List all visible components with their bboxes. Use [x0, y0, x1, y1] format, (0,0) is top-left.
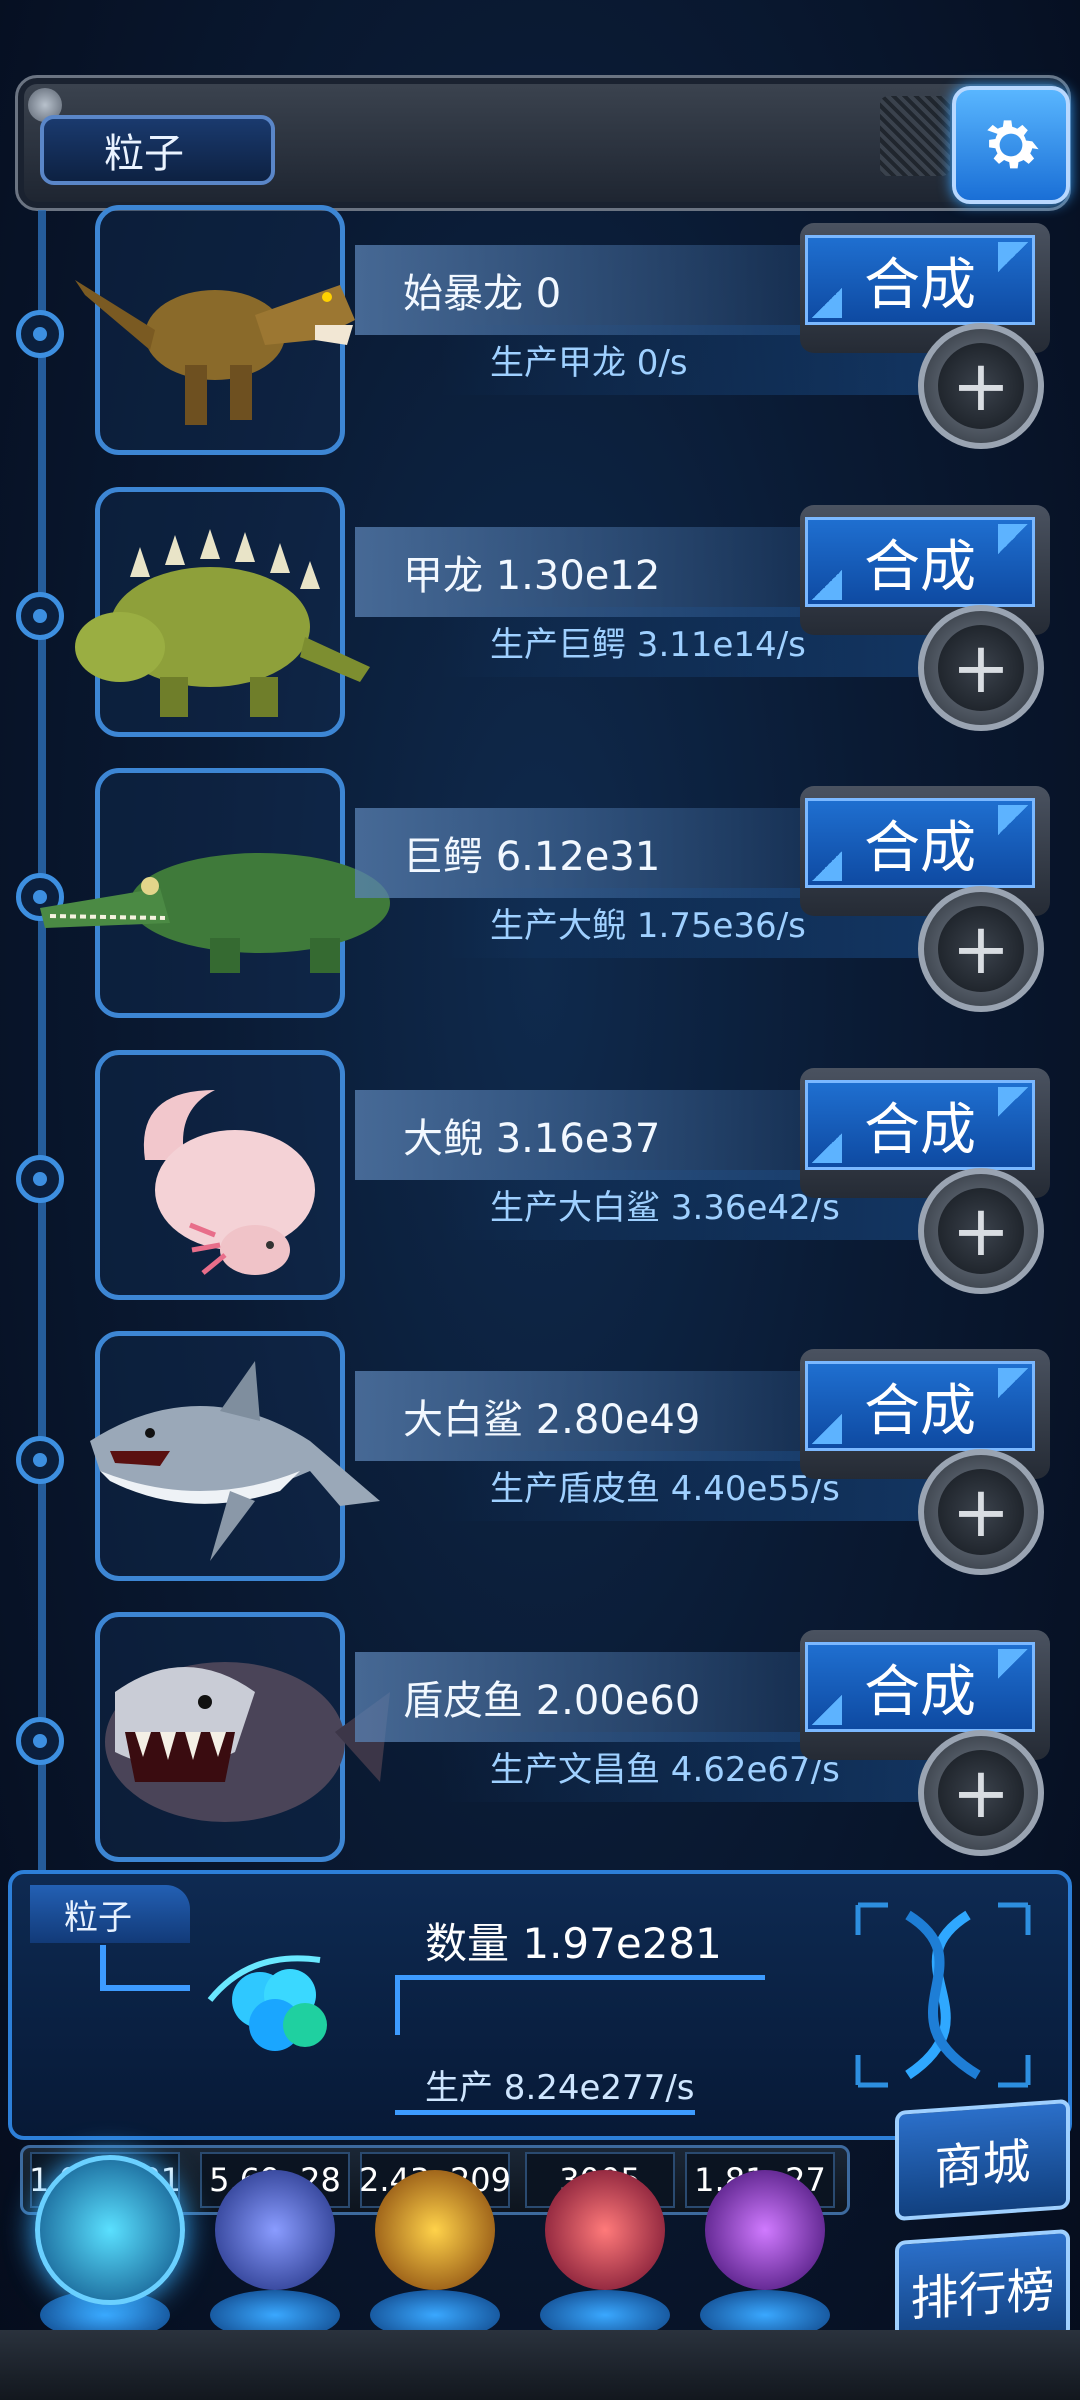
creature-row: 巨鳄 6.12e31 生产大鲵 1.75e36/s 合成 +: [0, 768, 1080, 1048]
synthesize-button[interactable]: 合成: [805, 1361, 1035, 1451]
plus-icon: +: [938, 1750, 1024, 1836]
connector-line: [395, 1975, 765, 1980]
resource-tag: 粒子: [30, 1885, 190, 1943]
creature-production: 生产盾皮鱼 4.40e55/s: [490, 1469, 840, 1509]
add-button[interactable]: +: [918, 1168, 1044, 1294]
creature-row: 大鲵 3.16e37 生产大白鲨 3.36e42/s 合成 +: [0, 1050, 1080, 1330]
creature-production: 生产巨鳄 3.11e14/s: [490, 625, 806, 665]
crocodile-icon: [40, 853, 390, 973]
particle-orb-icon[interactable]: [35, 2155, 185, 2305]
creature-name: 巨鳄 6.12e31: [355, 808, 825, 898]
plus-icon: +: [938, 1188, 1024, 1274]
creature-name: 盾皮鱼 2.00e60: [355, 1652, 825, 1742]
rail-node-icon: [16, 592, 64, 640]
creature-production: 生产大白鲨 3.36e42/s: [490, 1188, 840, 1228]
fire-orb-icon[interactable]: [375, 2170, 495, 2290]
connector-line: [100, 1945, 106, 1985]
axolotl-icon: [143, 1090, 315, 1275]
rail-node-icon: [16, 310, 64, 358]
rail-node-icon: [16, 1436, 64, 1484]
synthesize-button[interactable]: 合成: [805, 1080, 1035, 1170]
dunkleosteus-icon: [105, 1662, 390, 1822]
connector-line: [395, 2110, 695, 2115]
vent-grille: [880, 96, 950, 176]
ankylosaur-icon: [75, 529, 370, 717]
resource-quantity: 数量 1.97e281: [425, 1919, 722, 1968]
synthesize-button[interactable]: 合成: [805, 798, 1035, 888]
brain-orb-icon[interactable]: [545, 2170, 665, 2290]
dna-icon: [855, 1902, 1031, 2088]
add-button[interactable]: +: [918, 1730, 1044, 1856]
creature-row: 盾皮鱼 2.00e60 生产文昌鱼 4.62e67/s 合成 +: [0, 1612, 1080, 1892]
vortex-orb-icon[interactable]: [705, 2170, 825, 2290]
rail-node-icon: [16, 1155, 64, 1203]
creature-production: 生产文昌鱼 4.62e67/s: [490, 1750, 840, 1790]
add-button[interactable]: +: [918, 323, 1044, 449]
shop-button[interactable]: 商城: [895, 2098, 1070, 2222]
creature-row: 大白鲨 2.80e49 生产盾皮鱼 4.40e55/s 合成 +: [0, 1331, 1080, 1611]
plus-icon: +: [938, 343, 1024, 429]
synthesize-button[interactable]: 合成: [805, 235, 1035, 325]
creature-production: 生产甲龙 0/s: [490, 343, 688, 383]
plus-icon: +: [938, 906, 1024, 992]
creature-name: 甲龙 1.30e12: [355, 527, 825, 617]
synthesize-button[interactable]: 合成: [805, 517, 1035, 607]
shark-icon: [90, 1361, 380, 1561]
page-title: 粒子: [40, 115, 275, 185]
settings-button[interactable]: [952, 86, 1070, 204]
tyrannosaur-icon: [75, 280, 355, 425]
gear-icon: [987, 120, 1039, 169]
creature-name: 始暴龙 0: [355, 245, 825, 335]
particle-icon: [207, 1955, 327, 2051]
plus-icon: +: [938, 1469, 1024, 1555]
connector-line: [100, 1985, 190, 1991]
add-button[interactable]: +: [918, 1449, 1044, 1575]
creature-name: 大白鲨 2.80e49: [355, 1371, 825, 1461]
add-button[interactable]: +: [918, 605, 1044, 731]
synthesize-button[interactable]: 合成: [805, 1642, 1035, 1732]
plus-icon: +: [938, 625, 1024, 711]
add-button[interactable]: +: [918, 886, 1044, 1012]
connector-line: [395, 1975, 400, 2035]
resource-production: 生产 8.24e277/s: [425, 2068, 695, 2108]
creature-production: 生产大鲵 1.75e36/s: [490, 906, 806, 946]
creature-name: 大鲵 3.16e37: [355, 1090, 825, 1180]
creature-row: 始暴龙 0 生产甲龙 0/s 合成 +: [0, 205, 1080, 485]
bottom-plate: [0, 2330, 1080, 2400]
creature-row: 甲龙 1.30e12 生产巨鳄 3.11e14/s 合成 +: [0, 487, 1080, 767]
lightning-orb-icon[interactable]: [215, 2170, 335, 2290]
